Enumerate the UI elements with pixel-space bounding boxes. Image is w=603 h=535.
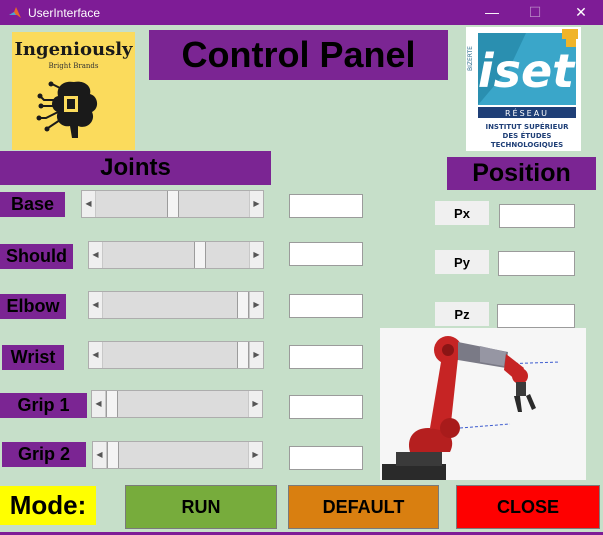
robot-arm-image — [380, 328, 586, 480]
brain-circuit-icon — [36, 81, 98, 138]
joint-label-grip1: Grip 1 — [0, 393, 87, 418]
base-value-input[interactable] — [289, 194, 363, 218]
joint-label-should: Should — [0, 244, 73, 269]
joint-label-grip2: Grip 2 — [2, 442, 86, 467]
slider-left-arrow-icon[interactable]: ◀ — [89, 292, 103, 318]
window-title-bar: UserInterface — ☐ ✕ — [0, 0, 603, 25]
slider-thumb[interactable] — [237, 292, 249, 318]
page-title: Control Panel — [149, 30, 448, 80]
slider-thumb[interactable] — [237, 342, 249, 368]
slider-thumb[interactable] — [167, 191, 179, 217]
slider-left-arrow-icon[interactable]: ◀ — [93, 442, 107, 468]
iset-logo: iset BIZERTE RÉSEAU INSTITUT SUPÉRIEUR D… — [466, 27, 581, 151]
should-value-input[interactable] — [289, 242, 363, 266]
pz-label: Pz — [435, 302, 489, 326]
px-value-input[interactable] — [499, 204, 575, 228]
grip2-value-input[interactable] — [289, 446, 363, 470]
joint-label-elbow: Elbow — [0, 294, 66, 319]
iset-side-text: BIZERTE — [467, 46, 474, 71]
mode-label: Mode: — [0, 486, 96, 525]
iset-line1: INSTITUT SUPÉRIEUR — [485, 122, 569, 131]
iset-big-text: iset — [478, 44, 576, 98]
slider-left-arrow-icon[interactable]: ◀ — [82, 191, 96, 217]
should-slider[interactable]: ◀ ▶ — [88, 241, 264, 269]
slider-thumb[interactable] — [194, 242, 206, 268]
joint-label-base: Base — [0, 192, 65, 217]
robot-arm-icon — [380, 328, 586, 480]
logo-tagline: Bright Brands — [48, 62, 99, 70]
minimize-button[interactable]: — — [472, 2, 512, 23]
grip1-slider[interactable]: ◀ ▶ — [91, 390, 263, 418]
slider-right-arrow-icon[interactable]: ▶ — [249, 342, 263, 368]
slider-left-arrow-icon[interactable]: ◀ — [89, 342, 103, 368]
matlab-icon — [9, 7, 21, 18]
close-button[interactable]: CLOSE — [456, 485, 600, 529]
base-slider[interactable]: ◀ ▶ — [81, 190, 264, 218]
wrist-slider[interactable]: ◀ ▶ — [88, 341, 264, 369]
grip2-slider[interactable]: ◀ ▶ — [92, 441, 263, 469]
joints-title: Joints — [0, 151, 271, 185]
grip1-value-input[interactable] — [289, 395, 363, 419]
slider-right-arrow-icon[interactable]: ▶ — [248, 391, 262, 417]
wrist-value-input[interactable] — [289, 345, 363, 369]
elbow-value-input[interactable] — [289, 294, 363, 318]
slider-thumb[interactable] — [106, 391, 118, 417]
ingeniously-logo: Ingeniously Bright Brands — [12, 32, 135, 150]
iset-line3: TECHNOLOGIQUES — [491, 141, 563, 149]
window-title: UserInterface — [28, 6, 101, 20]
slider-left-arrow-icon[interactable]: ◀ — [92, 391, 106, 417]
iset-line2: DES ÉTUDES — [503, 131, 552, 140]
slider-left-arrow-icon[interactable]: ◀ — [89, 242, 103, 268]
window-close-button[interactable]: ✕ — [561, 2, 601, 23]
py-label: Py — [435, 250, 489, 274]
joint-label-wrist: Wrist — [2, 345, 64, 370]
slider-right-arrow-icon[interactable]: ▶ — [248, 442, 262, 468]
slider-right-arrow-icon[interactable]: ▶ — [249, 191, 263, 217]
slider-right-arrow-icon[interactable]: ▶ — [249, 292, 263, 318]
slider-right-arrow-icon[interactable]: ▶ — [249, 242, 263, 268]
position-title: Position — [447, 157, 596, 190]
elbow-slider[interactable]: ◀ ▶ — [88, 291, 264, 319]
px-label: Px — [435, 201, 489, 225]
pz-value-input[interactable] — [497, 304, 575, 328]
default-button[interactable]: DEFAULT — [288, 485, 439, 529]
py-value-input[interactable] — [498, 251, 575, 276]
slider-thumb[interactable] — [107, 442, 119, 468]
run-button[interactable]: RUN — [125, 485, 277, 529]
maximize-button[interactable]: ☐ — [515, 2, 555, 23]
logo-name: Ingeniously — [14, 39, 133, 60]
iset-reseau: RÉSEAU — [505, 107, 549, 118]
